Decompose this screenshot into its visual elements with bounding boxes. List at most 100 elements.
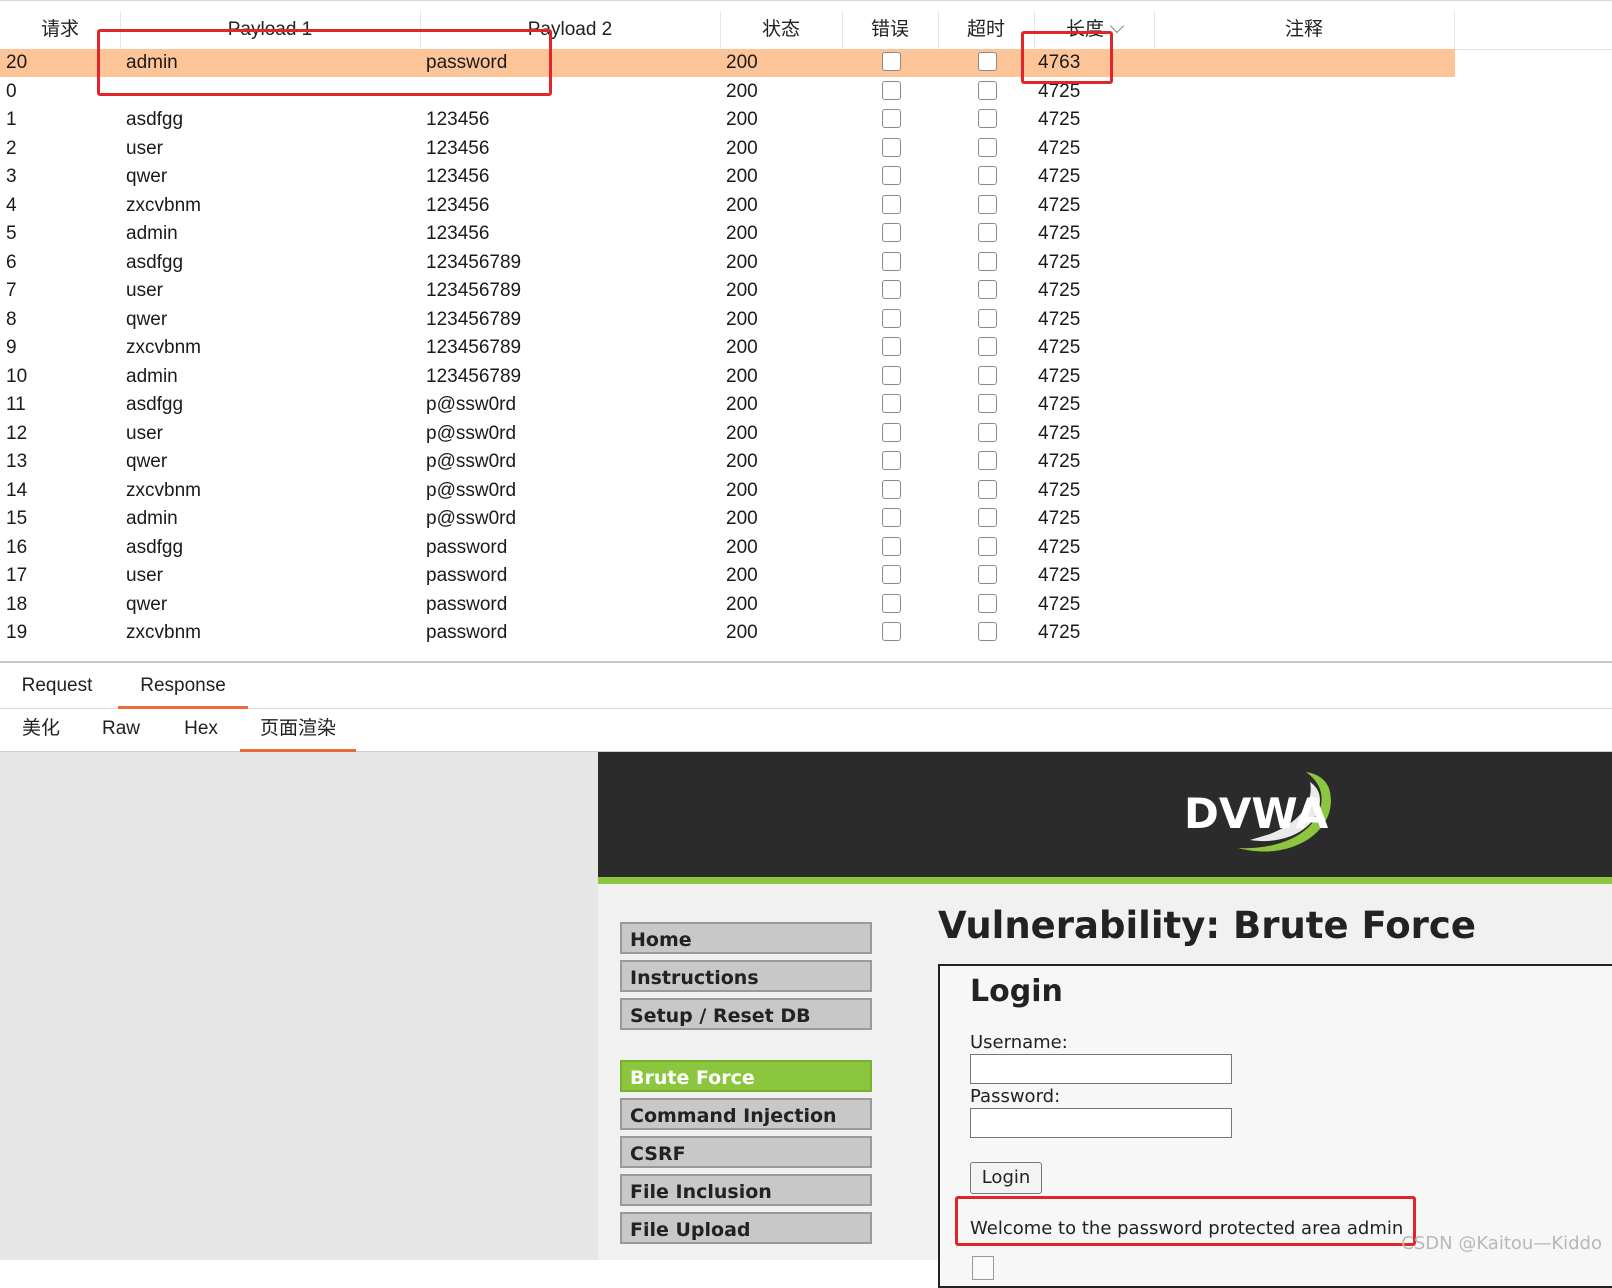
col-status[interactable]: 状态 [720,11,843,49]
error-checkbox[interactable] [882,565,901,584]
cell-status: 200 [726,479,758,501]
table-row[interactable]: 8 qwer 123456789 200 4725 [0,306,1455,334]
timeout-checkbox[interactable] [978,479,997,499]
timeout-checkbox[interactable] [978,451,997,470]
timeout-checkbox[interactable] [978,536,997,556]
nav-csrf[interactable]: CSRF [620,1136,872,1168]
svg-text:DVWA: DVWA [1184,789,1329,838]
timeout-checkbox[interactable] [978,223,997,242]
table-row[interactable]: 14 zxcvbnm p@ssw0rd 200 4725 [0,477,1455,505]
nav-command-injection[interactable]: Command Injection [620,1098,872,1130]
table-row[interactable]: 2 user 123456 200 4725 [0,135,1455,163]
col-error[interactable]: 错误 [842,11,939,49]
tab-request[interactable]: Request [6,666,108,706]
cell-length: 4725 [1038,280,1081,301]
cell-p1: admin [126,508,178,529]
col-payload1[interactable]: Payload 1 [120,11,421,49]
col-timeout[interactable]: 超时 [938,11,1035,49]
cell-status: 200 [726,80,758,102]
table-row[interactable]: 0 200 4725 [0,78,1455,106]
timeout-checkbox[interactable] [978,394,997,413]
nav-setup[interactable]: Setup / Reset DB [620,998,872,1030]
tab-hex[interactable]: Hex [166,709,236,749]
col-payload2[interactable]: Payload 2 [420,11,721,49]
table-row[interactable]: 11 asdfgg p@ssw0rd 200 4725 [0,391,1455,419]
tab-pretty[interactable]: 美化 [6,709,76,749]
error-checkbox[interactable] [882,137,901,157]
error-checkbox[interactable] [882,337,901,356]
cell-p1: zxcvbnm [126,194,201,216]
table-row[interactable]: 15 admin p@ssw0rd 200 4725 [0,505,1455,533]
timeout-checkbox[interactable] [978,109,997,128]
timeout-checkbox[interactable] [978,508,997,527]
error-checkbox[interactable] [882,166,901,185]
nav-instructions[interactable]: Instructions [620,960,872,992]
timeout-checkbox[interactable] [978,593,997,613]
error-checkbox[interactable] [882,451,901,470]
password-input[interactable] [970,1108,1232,1138]
error-checkbox[interactable] [882,622,901,641]
table-row[interactable]: 12 user p@ssw0rd 200 4725 [0,420,1455,448]
error-checkbox[interactable] [882,109,901,128]
table-row[interactable]: 16 asdfgg password 200 4725 [0,534,1455,562]
table-row[interactable]: 20 admin password 200 4763 [0,49,1455,77]
col-length[interactable]: 长度 [1034,11,1155,49]
timeout-checkbox[interactable] [978,565,997,584]
error-checkbox[interactable] [882,52,901,71]
login-button[interactable]: Login [970,1162,1042,1194]
error-checkbox[interactable] [882,508,901,527]
username-input[interactable] [970,1054,1232,1084]
error-checkbox[interactable] [882,479,901,499]
table-row[interactable]: 17 user password 200 4725 [0,562,1455,590]
timeout-checkbox[interactable] [978,308,997,328]
timeout-checkbox[interactable] [978,166,997,185]
timeout-checkbox[interactable] [978,422,997,442]
table-row[interactable]: 3 qwer 123456 200 4725 [0,163,1455,191]
nav-file-upload[interactable]: File Upload [620,1212,872,1244]
timeout-checkbox[interactable] [978,365,997,385]
timeout-checkbox[interactable] [978,137,997,157]
error-checkbox[interactable] [882,593,901,613]
error-checkbox[interactable] [882,251,901,271]
table-row[interactable]: 5 admin 123456 200 4725 [0,220,1455,248]
col-request[interactable]: 请求 [0,11,121,49]
tab-raw[interactable]: Raw [86,709,156,749]
timeout-checkbox[interactable] [978,251,997,271]
error-checkbox[interactable] [882,223,901,242]
table-row[interactable]: 19 zxcvbnm password 200 4725 [0,619,1455,647]
table-row[interactable]: 13 qwer p@ssw0rd 200 4725 [0,448,1455,476]
timeout-checkbox[interactable] [978,52,997,71]
cell-req: 6 [6,251,17,273]
error-checkbox[interactable] [882,80,901,100]
error-checkbox[interactable] [882,422,901,442]
table-row[interactable]: 1 asdfgg 123456 200 4725 [0,106,1455,134]
error-checkbox[interactable] [882,365,901,385]
tab-render[interactable]: 页面渲染 [240,709,356,752]
nav-home[interactable]: Home [620,922,872,954]
timeout-checkbox[interactable] [978,194,997,214]
table-row[interactable]: 10 admin 123456789 200 4725 [0,363,1455,391]
cell-p1: asdfgg [126,251,184,273]
nav-file-inclusion[interactable]: File Inclusion [620,1174,872,1206]
error-checkbox[interactable] [882,308,901,328]
table-row[interactable]: 7 user 123456789 200 4725 [0,277,1455,305]
table-row[interactable]: 18 qwer password 200 4725 [0,591,1455,619]
cell-status: 200 [726,451,758,472]
error-checkbox[interactable] [882,536,901,556]
error-checkbox[interactable] [882,280,901,299]
cell-p2: 123456789 [426,280,522,301]
error-checkbox[interactable] [882,394,901,413]
table-row[interactable]: 4 zxcvbnm 123456 200 4725 [0,192,1455,220]
table-row[interactable]: 6 asdfgg 123456789 200 4725 [0,249,1455,277]
timeout-checkbox[interactable] [978,337,997,356]
error-checkbox[interactable] [882,194,901,214]
tab-response[interactable]: Response [118,666,248,709]
nav-brute-force[interactable]: Brute Force [620,1060,872,1092]
timeout-checkbox[interactable] [978,280,997,299]
timeout-checkbox[interactable] [978,622,997,641]
table-row[interactable]: 9 zxcvbnm 123456789 200 4725 [0,334,1455,362]
cell-status: 200 [726,280,758,301]
timeout-checkbox[interactable] [978,80,997,100]
cell-length: 4725 [1038,565,1081,586]
col-comment[interactable]: 注释 [1154,11,1455,49]
